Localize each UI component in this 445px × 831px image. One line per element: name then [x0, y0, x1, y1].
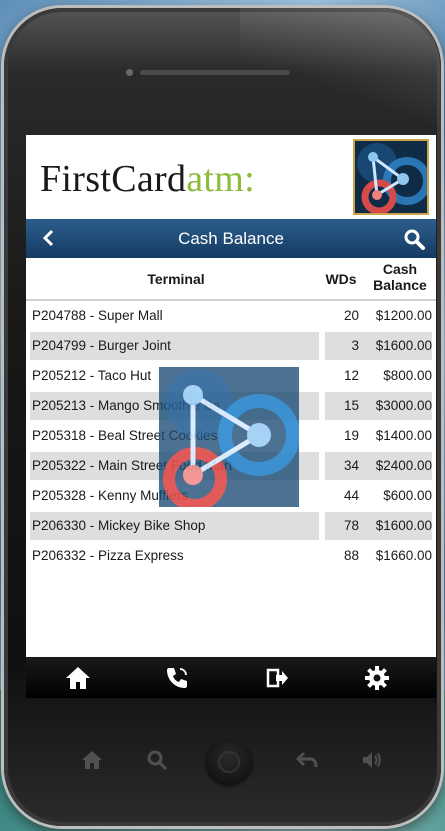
column-header-cash-line2: Balance — [373, 277, 427, 293]
cash-balance: $2400.00 — [375, 458, 432, 473]
table-row[interactable]: P204788 - Super Mall 20 $1200.00 — [26, 301, 436, 331]
withdrawal-count: 19 — [343, 428, 359, 443]
withdrawal-count: 44 — [343, 488, 359, 503]
camera-icon — [126, 69, 133, 76]
terminal-name: P204788 - Super Mall — [32, 308, 163, 323]
gear-icon[interactable] — [363, 664, 391, 692]
column-header-wds: WDs — [325, 271, 357, 287]
terminal-name: P205212 - Taco Hut — [32, 368, 152, 383]
home-icon[interactable] — [64, 664, 92, 692]
cash-balance: $1600.00 — [375, 518, 432, 533]
speaker-grille — [140, 70, 290, 75]
app-screen: FirstCardatm: Cash Balance Terminal WDs … — [26, 135, 436, 698]
brand-header: FirstCardatm: — [26, 135, 436, 218]
cash-balance: $1400.00 — [375, 428, 432, 443]
hardware-search-icon[interactable] — [145, 748, 169, 772]
table-row[interactable]: P204799 - Burger Joint 3 $1600.00 — [26, 331, 436, 361]
logo-accent-text: atm: — [186, 158, 256, 200]
logo-main-text: FirstCard — [40, 158, 187, 200]
play-video-overlay-icon[interactable] — [159, 367, 300, 511]
cash-balance: $600.00 — [383, 488, 432, 503]
hardware-home-icon[interactable] — [80, 748, 104, 772]
terminal-name: P206332 - Pizza Express — [32, 548, 184, 563]
logout-icon[interactable] — [263, 664, 291, 692]
column-header-terminal: Terminal — [147, 271, 205, 287]
withdrawal-count: 20 — [343, 308, 359, 323]
cash-balance: $1660.00 — [375, 548, 432, 563]
cash-balance: $1200.00 — [375, 308, 432, 323]
phone-icon[interactable] — [163, 664, 191, 692]
page-title: Cash Balance — [178, 229, 284, 248]
search-icon[interactable] — [402, 227, 426, 251]
hardware-home-button[interactable] — [205, 738, 253, 786]
cash-balance: $3000.00 — [375, 398, 432, 413]
withdrawal-count: 15 — [343, 398, 359, 413]
hardware-volume-icon[interactable] — [360, 748, 384, 772]
cash-balance: $800.00 — [383, 368, 432, 383]
withdrawal-count: 34 — [343, 458, 359, 473]
withdrawal-count: 3 — [351, 338, 359, 353]
terminal-name: P206330 - Mickey Bike Shop — [32, 518, 206, 533]
navigation-bar: Cash Balance — [26, 219, 436, 258]
table-header: Terminal WDs Cash Balance — [26, 259, 436, 301]
terminal-name: P204799 - Burger Joint — [32, 338, 171, 353]
column-header-cash-balance: Cash Balance — [365, 261, 435, 293]
withdrawal-count: 78 — [343, 518, 359, 533]
hardware-back-icon[interactable] — [295, 748, 319, 772]
withdrawal-count: 12 — [343, 368, 359, 383]
brand-logo-tile-icon — [353, 139, 429, 215]
table-row[interactable]: P206332 - Pizza Express 88 $1660.00 — [26, 541, 436, 571]
brand-logo: FirstCardatm: — [40, 157, 255, 201]
column-header-cash-line1: Cash — [382, 261, 418, 277]
table-row[interactable]: P206330 - Mickey Bike Shop 78 $1600.00 — [26, 511, 436, 541]
cash-balance: $1600.00 — [375, 338, 432, 353]
withdrawal-count: 88 — [343, 548, 359, 563]
bottom-tab-bar — [26, 657, 436, 698]
